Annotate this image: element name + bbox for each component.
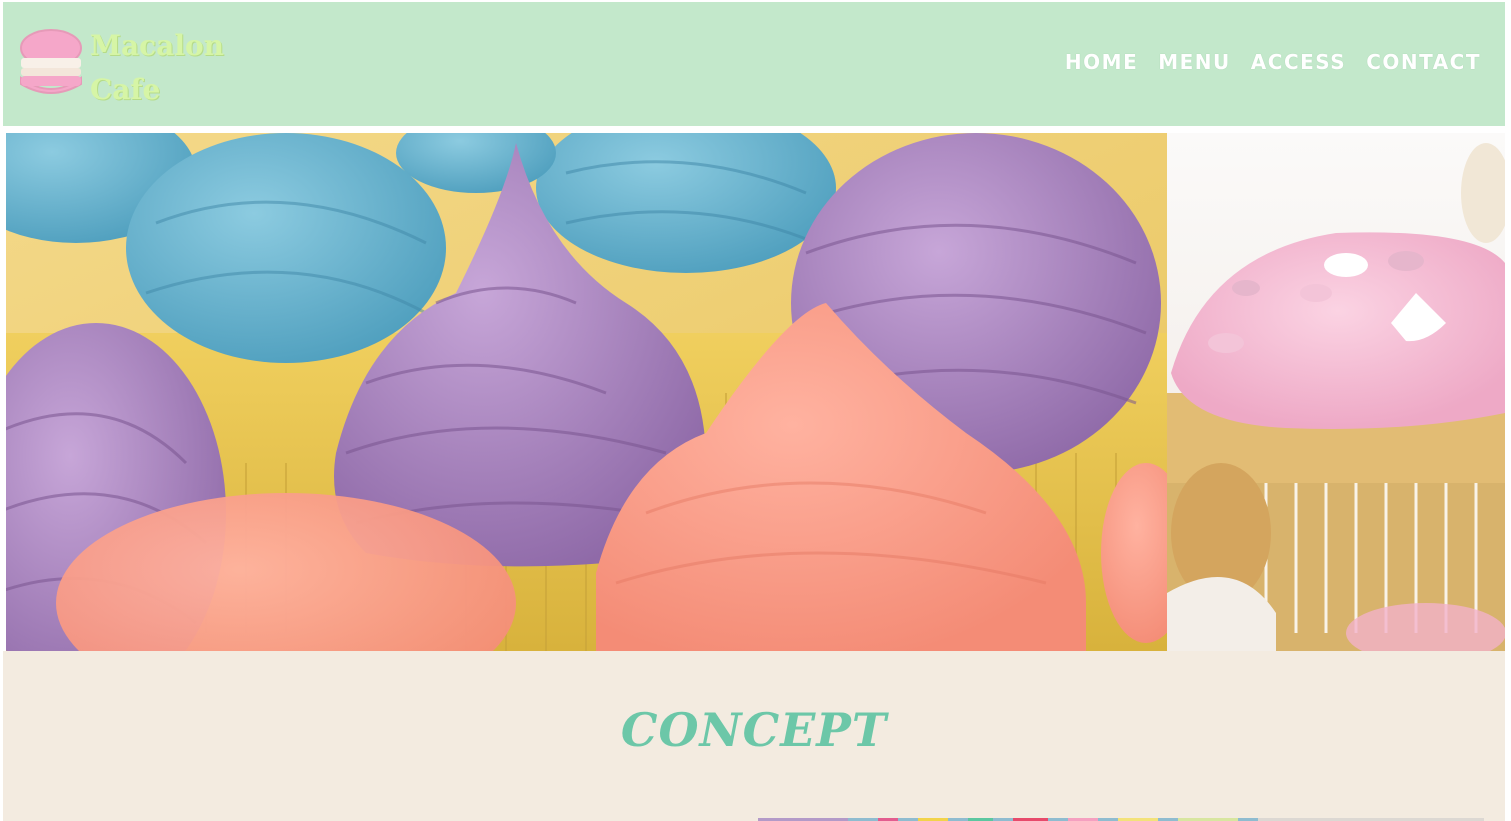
nav-contact[interactable]: CONTACT <box>1366 50 1481 74</box>
site-header: Macalon Cafe HOME MENU ACCESS CONTACT <box>3 2 1505 126</box>
nav-home[interactable]: HOME <box>1065 50 1138 74</box>
nav-menu[interactable]: MENU <box>1158 50 1231 74</box>
logo-text: Macalon Cafe <box>90 24 230 112</box>
nav-access[interactable]: ACCESS <box>1251 50 1346 74</box>
hero-slider[interactable] <box>6 133 1505 651</box>
main-nav: HOME MENU ACCESS CONTACT <box>1065 50 1481 74</box>
macaron-icon <box>20 29 82 94</box>
page: Macalon Cafe HOME MENU ACCESS CONTACT CO… <box>0 0 1511 821</box>
concept-title: CONCEPT <box>620 703 888 757</box>
concept-section: CONCEPT <box>3 651 1505 821</box>
logo-text-line2: Cafe <box>90 73 161 106</box>
concept-image <box>758 812 1484 821</box>
hero-image <box>6 133 1505 651</box>
logo-text-line1: Macalon <box>90 29 224 62</box>
